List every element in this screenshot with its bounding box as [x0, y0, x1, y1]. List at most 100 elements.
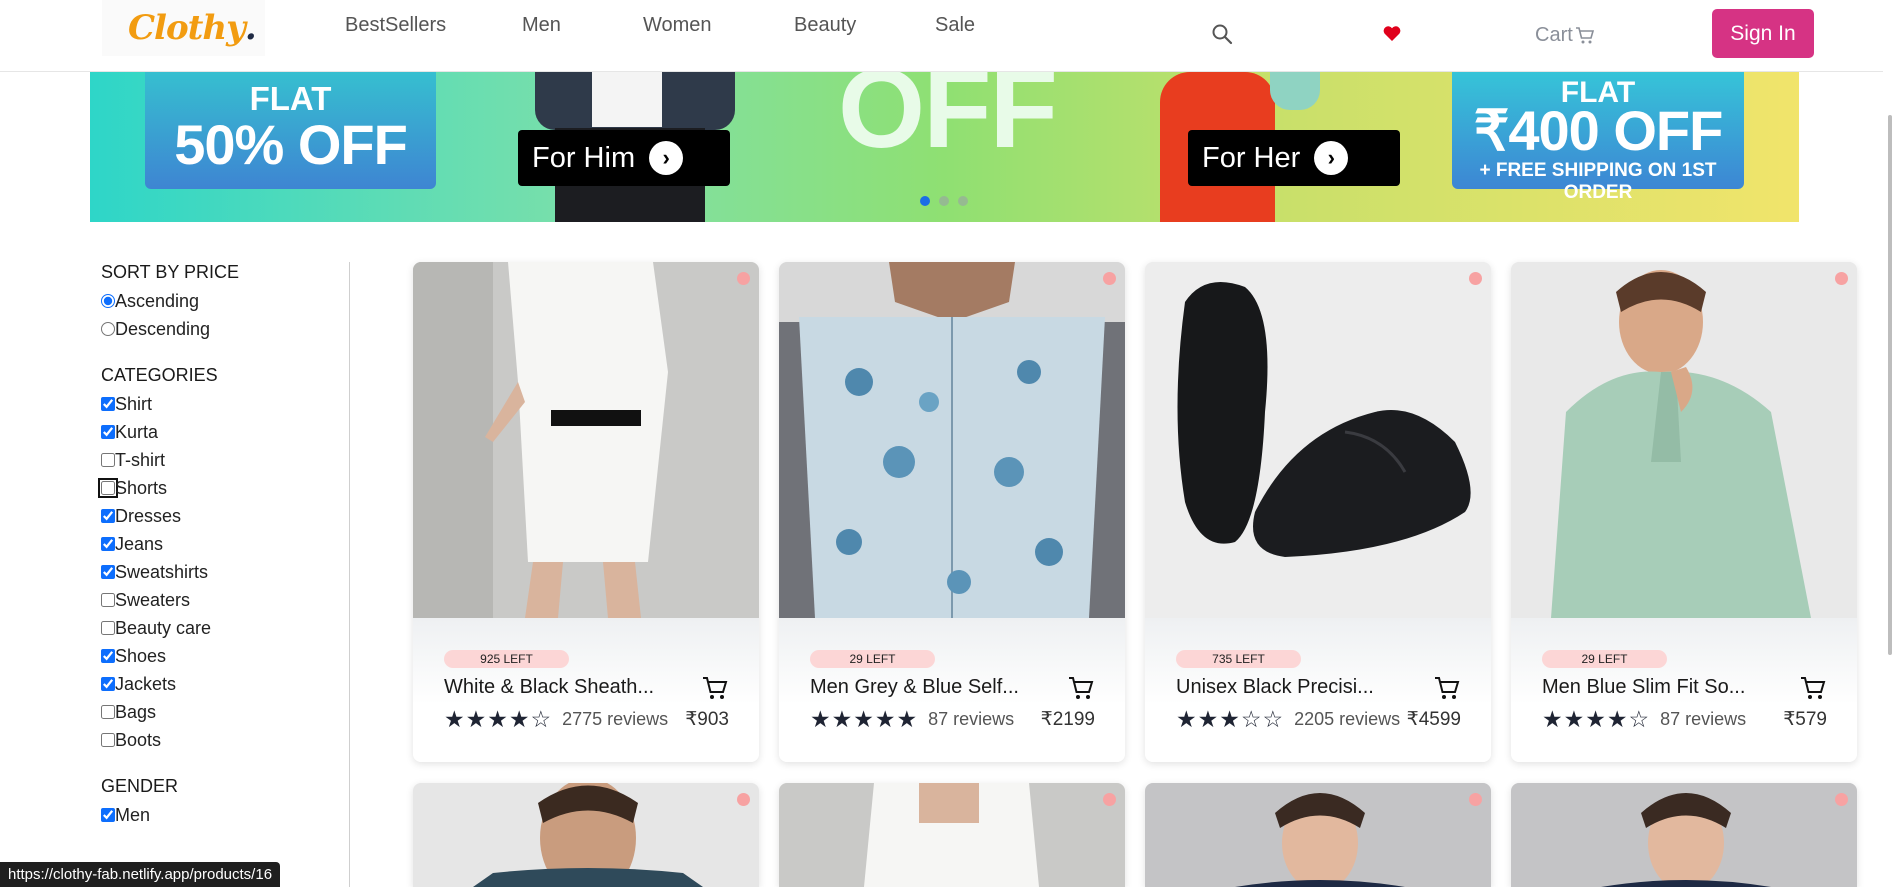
categories-checkbox-shoes[interactable] [101, 649, 115, 663]
categories-option-bags[interactable]: Bags [101, 698, 341, 726]
categories-checkbox-bags[interactable] [101, 705, 115, 719]
sort-option-ascending[interactable]: Ascending [101, 287, 341, 315]
review-count: 2205 reviews [1294, 709, 1401, 729]
banner-right-shipping: + FREE SHIPPING ON 1ST ORDER [1479, 160, 1717, 203]
carousel-dot-2[interactable] [939, 196, 949, 206]
categories-checkbox-boots[interactable] [101, 733, 115, 747]
product-name[interactable]: White & Black Sheath... [444, 676, 684, 699]
nav-link-men[interactable]: Men [522, 14, 561, 37]
categories-label-dresses: Dresses [115, 505, 182, 526]
banner-center-offer: OFF [838, 72, 1058, 171]
sort-radio-descending[interactable] [101, 322, 115, 336]
product-image[interactable] [1145, 783, 1491, 887]
categories-checkbox-dresses[interactable] [101, 509, 115, 523]
gender-checkbox-men[interactable] [101, 808, 115, 822]
search-icon[interactable] [1210, 22, 1234, 46]
gender-title: GENDER [101, 776, 179, 796]
wishlist-dot[interactable] [737, 272, 750, 285]
categories-checkbox-beauty-care[interactable] [101, 621, 115, 635]
sort-title: SORT BY PRICE [101, 262, 240, 282]
categories-label-kurta: Kurta [115, 421, 159, 442]
categories-option-sweaters[interactable]: Sweaters [101, 586, 341, 614]
gender-option-men[interactable]: Men [101, 801, 341, 829]
cart-icon [1575, 26, 1594, 43]
carousel-dot-1[interactable] [920, 196, 930, 206]
wishlist-dot[interactable] [1835, 272, 1848, 285]
cart-link[interactable]: Cart [1535, 24, 1595, 47]
wishlist-dot[interactable] [1835, 793, 1848, 806]
sort-radio-ascending[interactable] [101, 294, 115, 308]
add-to-cart-icon[interactable] [701, 674, 729, 702]
sort-option-descending[interactable]: Descending [101, 315, 341, 343]
product-image[interactable] [779, 783, 1125, 887]
categories-checkbox-sweatshirts[interactable] [101, 565, 115, 579]
categories-checkbox-t-shirt[interactable] [101, 453, 115, 467]
product-card[interactable]: 29 LEFT Men Blue Slim Fit So... ★★★★☆ 87… [1511, 262, 1857, 762]
banner-left-offer: 50% OFF [174, 113, 408, 176]
product-image[interactable] [1511, 262, 1857, 618]
nav-link-bestsellers[interactable]: BestSellers [345, 14, 446, 37]
categories-option-boots[interactable]: Boots [101, 726, 341, 754]
product-card[interactable] [1145, 783, 1491, 887]
banner-flat-400-box: FLAT ₹400 OFF + FREE SHIPPING ON 1ST ORD… [1452, 72, 1744, 203]
categories-checkbox-jeans[interactable] [101, 537, 115, 551]
product-image[interactable] [413, 783, 759, 887]
add-to-cart-icon[interactable] [1067, 674, 1095, 702]
carousel-dot-3[interactable] [958, 196, 968, 206]
product-image[interactable] [1511, 783, 1857, 887]
wishlist-dot[interactable] [1469, 793, 1482, 806]
categories-label-shirt: Shirt [115, 393, 153, 414]
stock-badge: 29 LEFT [810, 650, 935, 668]
categories-option-shoes[interactable]: Shoes [101, 642, 341, 670]
categories-checkbox-shorts[interactable] [98, 478, 118, 498]
add-to-cart-icon[interactable] [1799, 674, 1827, 702]
heart-icon[interactable] [1382, 24, 1402, 44]
product-price: ₹2199 [1040, 709, 1095, 730]
categories-checkbox-jackets[interactable] [101, 677, 115, 691]
product-image[interactable] [779, 262, 1125, 618]
categories-option-jackets[interactable]: Jackets [101, 670, 341, 698]
product-card[interactable]: 29 LEFT Men Grey & Blue Self... ★★★★★ 87… [779, 262, 1125, 762]
categories-option-jeans[interactable]: Jeans [101, 530, 341, 558]
product-card[interactable] [413, 783, 759, 887]
categories-option-shirt[interactable]: Shirt [101, 390, 341, 418]
product-price: ₹903 [685, 709, 729, 730]
nav-link-beauty[interactable]: Beauty [794, 14, 856, 37]
categories-option-sweatshirts[interactable]: Sweatshirts [101, 558, 341, 586]
wishlist-dot[interactable] [737, 793, 750, 806]
add-to-cart-icon[interactable] [1433, 674, 1461, 702]
wishlist-dot[interactable] [1103, 272, 1116, 285]
nav-link-sale[interactable]: Sale [935, 14, 975, 37]
product-name[interactable]: Unisex Black Precisi... [1176, 676, 1416, 699]
product-image[interactable] [1145, 262, 1491, 618]
categories-checkbox-sweaters[interactable] [101, 593, 115, 607]
wishlist-dot[interactable] [1103, 793, 1116, 806]
review-count: 2775 reviews [562, 709, 669, 729]
categories-label-boots: Boots [115, 729, 162, 750]
product-name[interactable]: Men Grey & Blue Self... [810, 676, 1050, 699]
product-card[interactable]: 925 LEFT White & Black Sheath... ★★★★☆ 2… [413, 262, 759, 762]
product-image[interactable] [413, 262, 759, 618]
nav-link-women[interactable]: Women [643, 14, 712, 37]
scrollbar-thumb[interactable] [1888, 115, 1892, 655]
logo-dot: . [244, 8, 257, 48]
categories-option-dresses[interactable]: Dresses [101, 502, 341, 530]
product-card[interactable] [1511, 783, 1857, 887]
wishlist-dot[interactable] [1469, 272, 1482, 285]
product-info: 735 LEFT Unisex Black Precisi... ★★★☆☆ 2… [1145, 618, 1491, 762]
logo[interactable]: Clothy. [102, 0, 265, 56]
banner-right-offer: ₹400 OFF [1473, 99, 1724, 162]
for-him-button[interactable]: For Him › [518, 130, 730, 186]
for-her-button[interactable]: For Her › [1188, 130, 1400, 186]
signin-button[interactable]: Sign In [1712, 9, 1814, 58]
categories-checkbox-shirt[interactable] [101, 397, 115, 411]
categories-option-t-shirt[interactable]: T-shirt [101, 446, 341, 474]
product-card[interactable] [779, 783, 1125, 887]
categories-option-shorts[interactable]: Shorts [98, 474, 341, 502]
product-card[interactable]: 735 LEFT Unisex Black Precisi... ★★★☆☆ 2… [1145, 262, 1491, 762]
star-rating-icon: ★★★★☆ [444, 706, 553, 732]
categories-option-kurta[interactable]: Kurta [101, 418, 341, 446]
product-name[interactable]: Men Blue Slim Fit So... [1542, 676, 1782, 699]
categories-option-beauty-care[interactable]: Beauty care [101, 614, 341, 642]
categories-checkbox-kurta[interactable] [101, 425, 115, 439]
